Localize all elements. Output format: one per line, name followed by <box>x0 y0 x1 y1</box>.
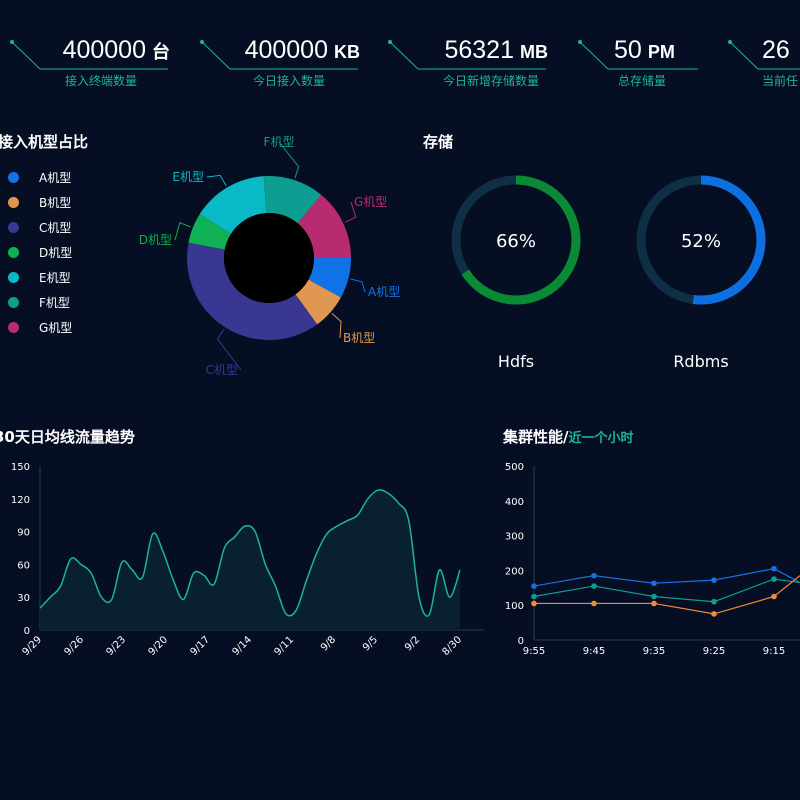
perf-series-point <box>651 580 657 587</box>
perf-series-point <box>771 565 777 572</box>
trend-x-tick-label: 9/20 <box>146 634 170 658</box>
perf-x-tick-label: 9:35 <box>643 646 665 657</box>
pie-center-hole <box>224 213 314 303</box>
perf-x-tick-label: 9:45 <box>583 646 605 657</box>
pie-label-line <box>206 174 227 186</box>
perf-series-line <box>534 575 800 615</box>
perf-series-point <box>591 583 597 589</box>
pie-label-line <box>350 278 366 293</box>
perf-series-point <box>531 593 537 600</box>
perf-series-point <box>651 600 657 607</box>
gauge-value: 66% <box>496 231 536 252</box>
perf-y-tick-label: 400 <box>505 497 524 508</box>
trend-area-fill <box>40 489 460 630</box>
trend-y-tick-label: 120 <box>11 495 30 506</box>
trend-y-tick-label: 30 <box>17 593 30 604</box>
charts-canvas: A机型 B机型 C机型 D机型 E机型 F机型 G机型 66% Hdfs 52% Rdbms 0 30 6… <box>11 135 800 658</box>
perf-series-point <box>771 576 777 582</box>
gauge-name: Rdbms <box>673 352 728 371</box>
trend-x-tick-label: 9/11 <box>272 634 296 658</box>
trend-x-tick-label: 9/2 <box>403 634 422 653</box>
pie-slice-label: G机型 <box>354 195 387 209</box>
trend-x-tick-label: 9/14 <box>230 634 254 658</box>
perf-series-point <box>711 577 717 583</box>
perf-y-tick-label: 300 <box>505 532 524 543</box>
gauge-name: Hdfs <box>498 352 534 371</box>
trend-y-tick-label: 150 <box>11 462 30 473</box>
pie-slice-label: F机型 <box>264 135 295 149</box>
perf-x-tick-label: 9:15 <box>763 646 785 657</box>
pie-label-line <box>331 313 342 339</box>
pie-slice-label: A机型 <box>368 285 400 299</box>
trend-x-tick-label: 9/23 <box>104 634 128 658</box>
gauge-value: 52% <box>681 231 721 252</box>
pie-slice-label: D机型 <box>139 233 172 247</box>
perf-series-point <box>651 593 657 600</box>
trend-x-tick-label: 9/5 <box>361 634 380 653</box>
perf-series-point <box>531 583 537 589</box>
perf-series-point <box>591 600 597 607</box>
perf-series-point <box>771 593 777 600</box>
perf-x-tick-label: 9:25 <box>703 646 725 657</box>
trend-y-tick-label: 60 <box>17 560 30 571</box>
perf-series-point <box>711 611 717 617</box>
perf-y-tick-label: 500 <box>505 462 524 473</box>
pie-label-line <box>174 221 192 241</box>
pie-slice-label: E机型 <box>172 170 204 184</box>
perf-series-point <box>591 572 597 579</box>
perf-series-point <box>711 598 717 605</box>
trend-x-tick-label: 9/26 <box>62 634 86 658</box>
trend-y-tick-label: 90 <box>17 528 30 539</box>
trend-x-tick-label: 9/29 <box>20 634 44 658</box>
trend-y-tick-label: 0 <box>24 626 30 637</box>
perf-y-tick-label: 100 <box>505 601 524 612</box>
perf-y-tick-label: 200 <box>505 566 524 577</box>
pie-slice-label: B机型 <box>343 331 375 345</box>
trend-x-tick-label: 8/30 <box>440 634 464 658</box>
perf-series-line <box>533 568 800 587</box>
trend-x-tick-label: 9/17 <box>188 634 212 658</box>
trend-x-tick-label: 9/8 <box>319 634 338 653</box>
pie-slice-label: C机型 <box>206 363 238 377</box>
perf-series-point <box>531 600 537 607</box>
perf-x-tick-label: 9:55 <box>523 646 545 657</box>
